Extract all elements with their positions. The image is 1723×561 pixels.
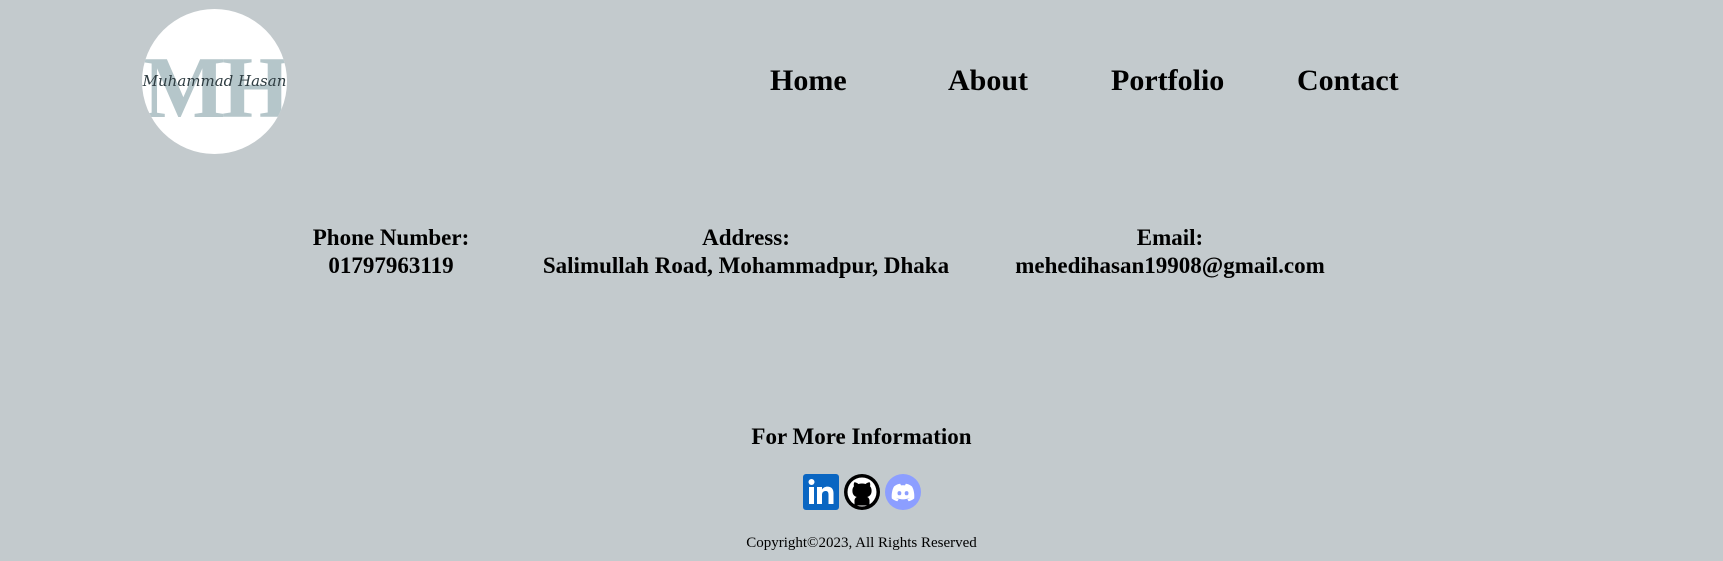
nav-about[interactable]: About bbox=[948, 61, 1028, 101]
phone-value: 01797963119 bbox=[328, 253, 454, 278]
more-info-heading: For More Information bbox=[751, 424, 972, 449]
nav-portfolio[interactable]: Portfolio bbox=[1111, 61, 1224, 101]
discord-icon bbox=[885, 474, 921, 510]
copyright-text: Copyright©2023, All Rights Reserved bbox=[746, 535, 977, 551]
logo-signature: Muhammad Hasan bbox=[142, 72, 286, 90]
logo[interactable]: MH Muhammad Hasan bbox=[142, 9, 287, 154]
linkedin-icon bbox=[803, 474, 839, 510]
email-label: Email: bbox=[1136, 225, 1204, 250]
phone-label: Phone Number: bbox=[312, 225, 470, 250]
github-icon bbox=[844, 474, 880, 510]
phone-info: Phone Number: 01797963119 bbox=[291, 224, 491, 280]
logo-mark: MH Muhammad Hasan bbox=[142, 40, 287, 137]
address-label: Address: bbox=[702, 225, 790, 250]
email-value: mehedihasan19908@gmail.com bbox=[1015, 253, 1325, 278]
address-value: Salimullah Road, Mohammadpur, Dhaka bbox=[542, 253, 950, 278]
email-info: Email: mehedihasan19908@gmail.com bbox=[990, 224, 1350, 280]
discord-link[interactable] bbox=[885, 474, 921, 510]
github-link[interactable] bbox=[844, 474, 880, 510]
linkedin-link[interactable] bbox=[803, 474, 839, 510]
nav-contact[interactable]: Contact bbox=[1297, 61, 1399, 101]
nav-home[interactable]: Home bbox=[770, 61, 847, 101]
address-info: Address: Salimullah Road, Mohammadpur, D… bbox=[516, 224, 976, 280]
